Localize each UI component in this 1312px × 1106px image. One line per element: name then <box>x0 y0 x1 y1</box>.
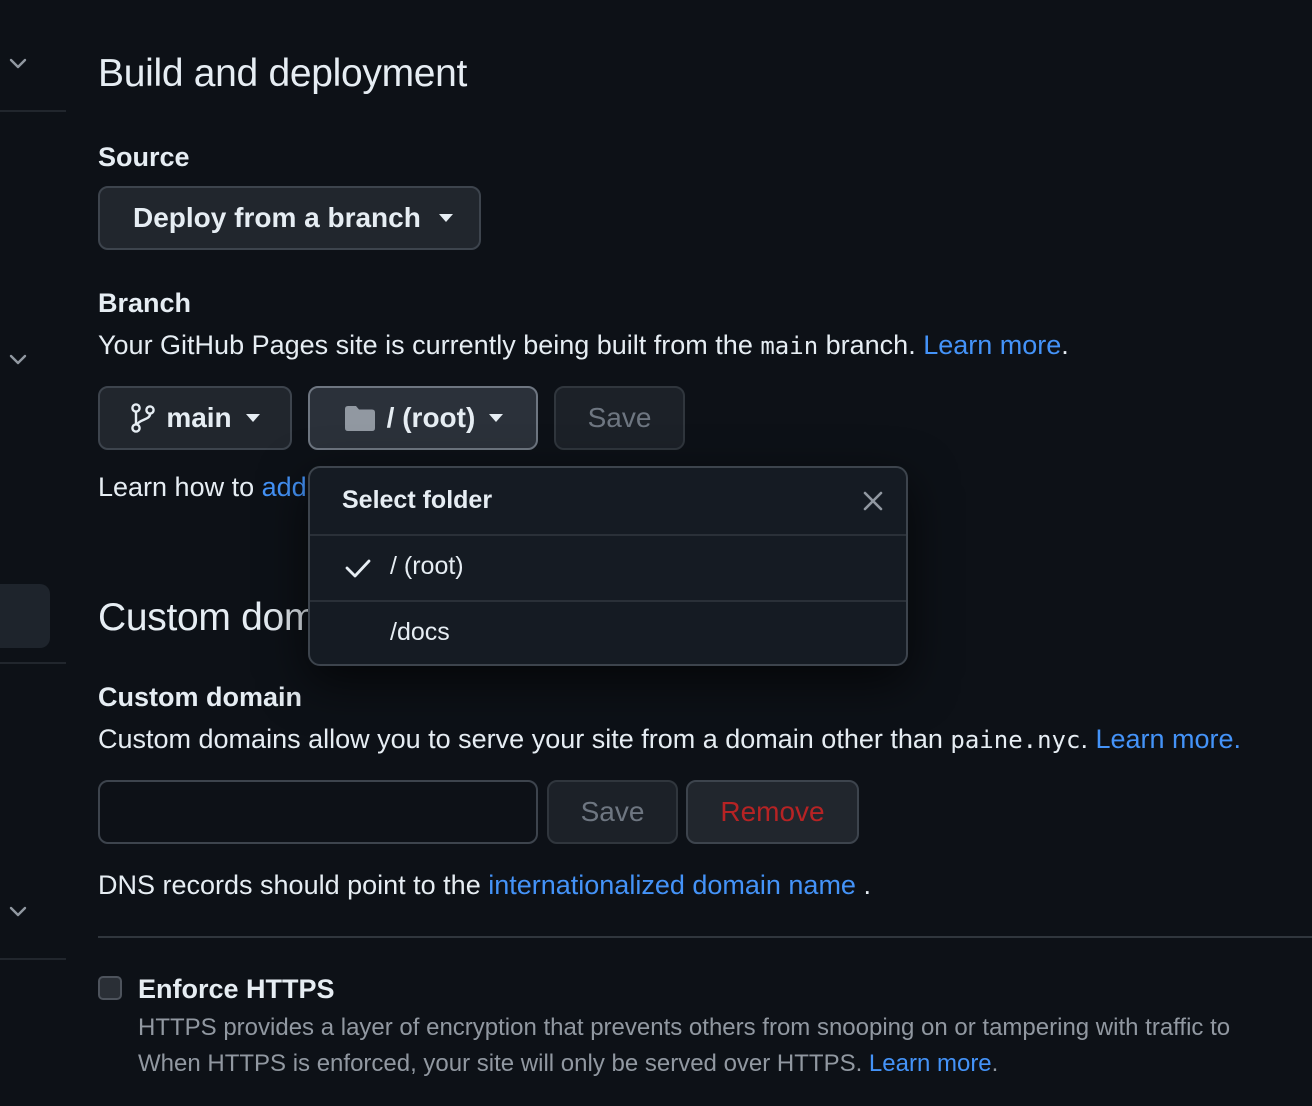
git-branch-icon <box>130 402 156 434</box>
section-divider <box>98 936 1312 938</box>
https-learn-more-link[interactable]: Learn more <box>869 1050 992 1077</box>
branch-save-button[interactable]: Save <box>554 386 685 450</box>
branch-desc-end: . <box>1061 330 1069 360</box>
select-folder-header: Select folder <box>310 468 906 536</box>
source-select[interactable]: Deploy from a branch <box>98 186 481 250</box>
custom-domain-save-button[interactable]: Save <box>547 780 678 844</box>
branch-select-button[interactable]: main <box>98 386 292 450</box>
custom-domain-learn-more-link[interactable]: Learn more. <box>1095 724 1241 754</box>
folder-icon <box>343 404 377 432</box>
https-desc-text: When HTTPS is enforced, your site will o… <box>138 1050 869 1077</box>
dns-records-text: DNS records should point to the internat… <box>98 870 871 901</box>
sidebar-active-item[interactable] <box>0 584 50 648</box>
sidebar-divider <box>0 110 66 112</box>
custom-domain-description: Custom domains allow you to serve your s… <box>98 724 1241 755</box>
idn-link[interactable]: internationalized domain name <box>488 870 856 900</box>
custom-domain-desc-text: Custom domains allow you to serve your s… <box>98 724 951 754</box>
build-deployment-heading: Build and deployment <box>98 52 468 95</box>
folder-option-root[interactable]: / (root) <box>310 534 906 600</box>
custom-domain-remove-button[interactable]: Remove <box>686 780 859 844</box>
learn-how-link[interactable]: add <box>262 472 307 502</box>
learn-how-prefix: Learn how to <box>98 472 262 502</box>
folder-option-label: / (root) <box>390 552 464 580</box>
dns-text: DNS records should point to the <box>98 870 489 900</box>
custom-domain-label: Custom domain <box>98 682 303 712</box>
enforce-https-checkbox[interactable] <box>98 976 122 1000</box>
folder-option-docs[interactable]: /docs <box>310 600 906 664</box>
custom-domain-desc-text: . <box>1080 724 1096 754</box>
select-folder-menu: Select folder / (root) /docs <box>308 466 908 666</box>
sidebar-chevron-down-icon[interactable] <box>8 902 28 922</box>
source-label: Source <box>98 142 190 172</box>
branch-label: Branch <box>98 288 192 318</box>
caret-down-icon <box>489 414 504 422</box>
https-description-line2: When HTTPS is enforced, your site will o… <box>138 1050 998 1078</box>
caret-down-icon <box>438 214 453 222</box>
https-description-line1: HTTPS provides a layer of encryption tha… <box>138 1014 1231 1041</box>
learn-how-text: Learn how to add <box>98 472 307 503</box>
custom-domain-input[interactable] <box>98 780 538 844</box>
sidebar-chevron-down-icon[interactable] <box>8 350 28 370</box>
dns-text-end: . <box>855 870 871 900</box>
https-desc-end: . <box>991 1050 999 1077</box>
caret-down-icon <box>245 414 260 422</box>
sidebar-divider <box>0 958 66 960</box>
check-icon <box>344 554 372 582</box>
folder-select-button[interactable]: / (root) <box>308 386 538 450</box>
source-select-value: Deploy from a branch <box>133 202 421 233</box>
sidebar-divider <box>0 662 66 664</box>
close-icon[interactable] <box>860 488 886 514</box>
branch-name-code: main <box>760 332 819 360</box>
sidebar-chevron-down-icon[interactable] <box>8 54 28 74</box>
branch-desc-text: Your GitHub Pages site is currently bein… <box>98 330 761 360</box>
enforce-https-label[interactable]: Enforce HTTPS <box>138 974 335 1005</box>
select-folder-title: Select folder <box>342 486 493 514</box>
folder-select-label: / (root) <box>386 402 476 433</box>
folder-option-label: /docs <box>390 618 450 646</box>
branch-description: Your GitHub Pages site is currently bein… <box>98 330 1069 361</box>
learn-more-link[interactable]: Learn more <box>923 330 1061 360</box>
domain-code: paine.nyc <box>950 726 1081 754</box>
branch-select-label: main <box>166 402 232 433</box>
branch-desc-text: branch. <box>818 330 924 360</box>
